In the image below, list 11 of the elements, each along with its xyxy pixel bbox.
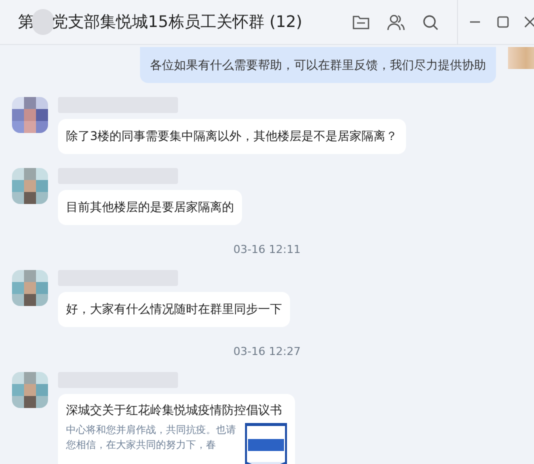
chat-title: 党支部集悦城15栋员工关怀群 (12) (52, 12, 302, 32)
timestamp: 03-16 12:27 (232, 345, 302, 358)
message-bubble: 好，大家有什么情况随时在群里同步一下 (58, 292, 290, 327)
chat-title: 第 (18, 12, 34, 32)
message-bubble: 各位如果有什么需要帮助，可以在群里反馈，我们尽力提供协助 (140, 47, 496, 83)
card-title: 深城交关于红花岭集悦城疫情防控倡议书 (66, 402, 283, 419)
message-bubble: 除了3楼的同事需要集中隔离以外，其他楼层是不是居家隔离？ (58, 119, 406, 154)
card-description: 中心将和您并肩作战，共同抗疫。也请您相信，在大家共同的努力下，春 (66, 424, 237, 453)
timestamp: 03-16 12:11 (232, 243, 302, 256)
message-bubble: 目前其他楼层的是要居家隔离的 (58, 190, 242, 225)
link-card[interactable]: 深城交关于红花岭集悦城疫情防控倡议书 中心将和您并肩作战，共同抗疫。也请您相信，在大家共同的努力下，春 (58, 394, 295, 464)
